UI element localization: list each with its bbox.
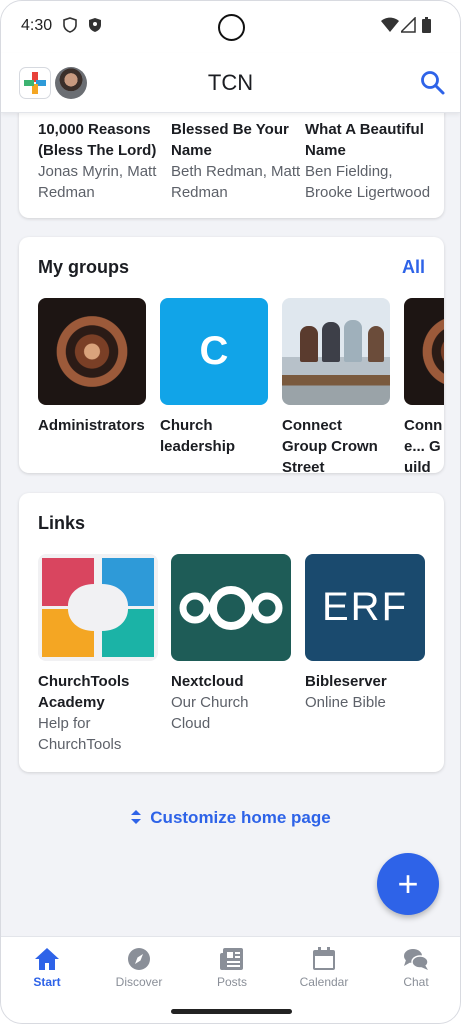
link-subtitle: Help for ChurchTools (38, 715, 122, 753)
groups-card: My groups All Administrators C Church le… (19, 237, 444, 476)
link-item[interactable]: Nextcloud Our Church Cloud (171, 554, 291, 734)
group-item[interactable]: Administrators (38, 298, 146, 436)
churchtools-academy-logo (38, 554, 158, 661)
group-item[interactable]: Conne... Guild (404, 298, 444, 478)
group-image (282, 298, 390, 405)
group-name: Administrators (38, 417, 145, 434)
calendar-icon (313, 947, 335, 970)
plus-icon: + (397, 863, 419, 904)
chat-icon (404, 949, 429, 970)
groups-title: My groups (38, 257, 130, 277)
nav-label: Posts (216, 975, 247, 989)
sort-arrows-icon (131, 810, 142, 824)
add-fab-button[interactable]: + (377, 853, 439, 915)
nextcloud-logo (171, 554, 291, 661)
status-bar: 4:30 (1, 1, 460, 53)
nav-chat[interactable]: Chat (381, 947, 451, 989)
song-title: Blessed Be Your Name (171, 121, 289, 159)
song-artist: Ben Fielding, Brooke Ligertwood (305, 163, 431, 201)
song-item[interactable]: 10,000 Reasons (Bless The Lord) Jonas My… (38, 119, 168, 203)
all-groups-link[interactable]: All (402, 257, 425, 278)
link-name: Bibleserver (305, 673, 387, 690)
front-camera (218, 14, 245, 41)
privacy-shield-icon (63, 17, 77, 33)
vpn-shield-icon (89, 18, 101, 32)
group-letter-image: C (160, 298, 268, 405)
signal-icon (401, 17, 416, 33)
group-name: Church leadership (160, 417, 236, 455)
nav-label: Calendar (299, 975, 349, 989)
links-card: Links ChurchTools Academy Help for Churc… (19, 493, 444, 772)
battery-icon (422, 17, 431, 33)
group-name: Conne... Guild (404, 417, 443, 476)
home-icon (35, 948, 59, 970)
nav-discover[interactable]: Discover (104, 947, 174, 989)
nav-label: Discover (115, 975, 163, 989)
nav-posts[interactable]: Posts (197, 947, 267, 989)
link-subtitle: Our Church Cloud (171, 694, 249, 732)
link-item[interactable]: ChurchTools Academy Help for ChurchTools (38, 554, 158, 755)
song-artist: Beth Redman, Matt Redman (171, 163, 301, 201)
phone-screen: 4:30 10,000 Reasons (Bless The Lord) Jon… (0, 0, 461, 1024)
nav-start[interactable]: Start (12, 947, 82, 989)
compass-icon (128, 948, 150, 970)
link-item[interactable]: ERF Bibleserver Online Bible (305, 554, 425, 713)
group-item[interactable]: Connect Group Crown Street (282, 298, 390, 478)
nav-label: Chat (403, 975, 429, 989)
status-time: 4:30 (21, 17, 53, 34)
wifi-icon (381, 17, 399, 32)
nav-label: Start (33, 975, 61, 989)
link-subtitle: Online Bible (305, 694, 386, 711)
links-title: Links (38, 513, 86, 533)
app-bar: TCN (1, 53, 460, 113)
group-image (404, 298, 444, 405)
song-item[interactable]: Blessed Be Your Name Beth Redman, Matt R… (171, 119, 301, 203)
song-title: What A Beautiful Name (305, 121, 424, 159)
group-image (38, 298, 146, 405)
nav-calendar[interactable]: Calendar (289, 947, 359, 989)
link-name: ChurchTools Academy (38, 673, 130, 711)
customize-label: Customize home page (150, 808, 331, 827)
songs-card: 10,000 Reasons (Bless The Lord) Jonas My… (19, 101, 444, 218)
search-icon[interactable] (419, 69, 447, 97)
newspaper-icon (220, 948, 243, 970)
gesture-bar[interactable] (171, 1009, 292, 1014)
group-item[interactable]: C Church leadership (160, 298, 268, 457)
bibleserver-logo: ERF (305, 554, 425, 661)
customize-home-button[interactable]: Customize home page (1, 808, 460, 828)
link-name: Nextcloud (171, 673, 244, 690)
song-title: 10,000 Reasons (Bless The Lord) (38, 121, 157, 159)
app-title: TCN (207, 70, 254, 95)
group-name: Connect Group Crown Street (282, 417, 378, 476)
song-artist: Jonas Myrin, Matt Redman (38, 163, 157, 201)
song-item[interactable]: What A Beautiful Name Ben Fielding, Broo… (305, 119, 437, 203)
